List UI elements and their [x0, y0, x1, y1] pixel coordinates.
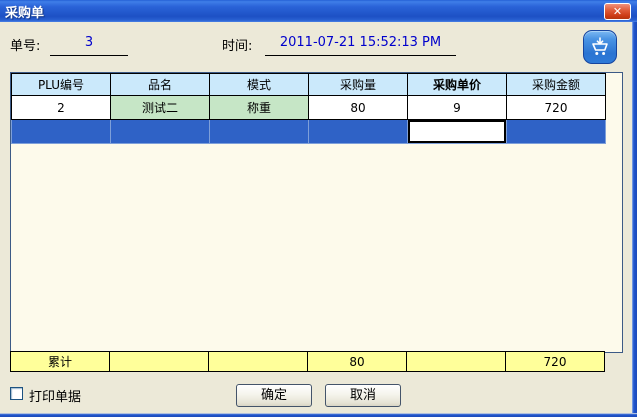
window-border-bottom — [0, 413, 637, 417]
col-header-mode: 模式 — [210, 74, 309, 96]
totals-amount: 720 — [506, 352, 605, 372]
col-header-amount: 采购金额 — [507, 74, 606, 96]
cell-unit-price-editing — [408, 120, 507, 144]
totals-label: 累计 — [11, 352, 110, 372]
order-no-label: 单号: — [10, 35, 40, 54]
selected-empty-row[interactable] — [12, 120, 606, 144]
purchase-grid-table: PLU编号 品名 模式 采购量 采购单价 采购金额 2 测试二 称重 80 9 … — [11, 73, 606, 144]
order-no-value: 3 — [50, 35, 128, 50]
order-no-underline — [50, 55, 128, 56]
unit-price-editor-input[interactable] — [408, 120, 506, 143]
totals-row: 累计 80 720 — [10, 351, 605, 372]
cell-amount-empty[interactable] — [507, 120, 606, 144]
cell-name-empty[interactable] — [111, 120, 210, 144]
col-header-unit-price: 采购单价 — [408, 74, 507, 96]
purchase-order-dialog: 采购单 ✕ 单号: 3 时间: 2011-07-21 15:52:13 PM P… — [0, 0, 637, 417]
table-row[interactable]: 2 测试二 称重 80 9 720 — [12, 96, 606, 120]
time-value: 2011-07-21 15:52:13 PM — [265, 35, 456, 50]
totals-qty: 80 — [308, 352, 407, 372]
time-underline — [265, 55, 456, 56]
cell-mode[interactable]: 称重 — [210, 96, 309, 120]
print-receipt-label[interactable]: 打印单据 — [29, 386, 81, 405]
col-header-name: 品名 — [111, 74, 210, 96]
cart-icon — [589, 36, 611, 58]
purchase-grid: PLU编号 品名 模式 采购量 采购单价 采购金额 2 测试二 称重 80 9 … — [10, 72, 623, 353]
window-title: 采购单 — [0, 2, 44, 21]
col-header-plu: PLU编号 — [12, 74, 111, 96]
cell-qty[interactable]: 80 — [309, 96, 408, 120]
cell-amount[interactable]: 720 — [507, 96, 606, 120]
close-icon: ✕ — [613, 5, 622, 18]
add-to-cart-button[interactable] — [583, 30, 617, 64]
col-header-qty: 采购量 — [309, 74, 408, 96]
time-label: 时间: — [222, 35, 252, 54]
window-border-right — [632, 22, 637, 417]
print-receipt-checkbox[interactable] — [10, 387, 23, 400]
cell-name[interactable]: 测试二 — [111, 96, 210, 120]
grid-header-row: PLU编号 品名 模式 采购量 采购单价 采购金额 — [12, 74, 606, 96]
cell-unit-price[interactable]: 9 — [408, 96, 507, 120]
cell-plu-empty[interactable] — [12, 120, 111, 144]
close-button[interactable]: ✕ — [604, 3, 631, 20]
totals-mode-empty — [209, 352, 308, 372]
ok-button[interactable]: 确定 — [236, 384, 312, 407]
totals-name-empty — [110, 352, 209, 372]
totals-price-empty — [407, 352, 506, 372]
cell-plu[interactable]: 2 — [12, 96, 111, 120]
cell-qty-empty[interactable] — [309, 120, 408, 144]
cell-mode-empty[interactable] — [210, 120, 309, 144]
cancel-button[interactable]: 取消 — [325, 384, 401, 407]
titlebar: 采购单 — [0, 0, 637, 22]
